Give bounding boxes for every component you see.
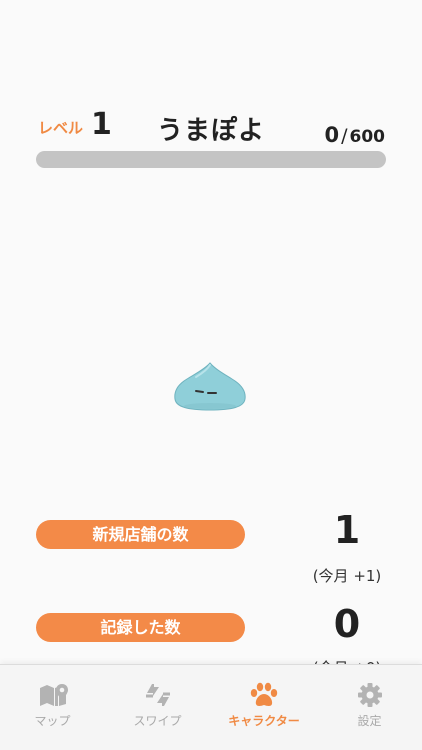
tab-map-label: マップ	[34, 714, 71, 728]
tab-character[interactable]: キャラクター	[211, 665, 317, 750]
new-stores-monthly: (今月 +1)	[312, 567, 382, 585]
bottom-tab-bar: マップ スワイプ キャラクター 設定	[0, 664, 422, 750]
exp-max: 600	[349, 127, 386, 147]
exp-counter: 0/600	[324, 123, 385, 147]
exp-current: 0	[324, 123, 340, 147]
slime-character[interactable]	[172, 362, 248, 412]
new-stores-label: 新規店舗の数	[36, 520, 245, 549]
tab-swipe[interactable]: スワイプ	[105, 665, 210, 750]
tab-swipe-label: スワイプ	[133, 714, 182, 728]
paw-icon	[250, 682, 278, 706]
swipe-icon	[145, 684, 170, 706]
records-label: 記録した数	[36, 613, 245, 642]
tab-character-label: キャラクター	[228, 714, 300, 728]
tab-settings[interactable]: 設定	[317, 665, 422, 750]
character-screen: レベル 1 うまぽよ 0/600 新規店舗の数 1 (今月 +1) 記録した数 …	[0, 0, 422, 750]
new-stores-count: 1	[333, 508, 361, 552]
tab-settings-label: 設定	[357, 714, 382, 728]
exp-separator: /	[341, 125, 348, 147]
map-icon	[39, 684, 68, 706]
tab-map[interactable]: マップ	[0, 665, 105, 750]
records-count: 0	[333, 602, 361, 646]
exp-progress-bar	[36, 151, 386, 168]
gear-icon	[357, 683, 382, 707]
